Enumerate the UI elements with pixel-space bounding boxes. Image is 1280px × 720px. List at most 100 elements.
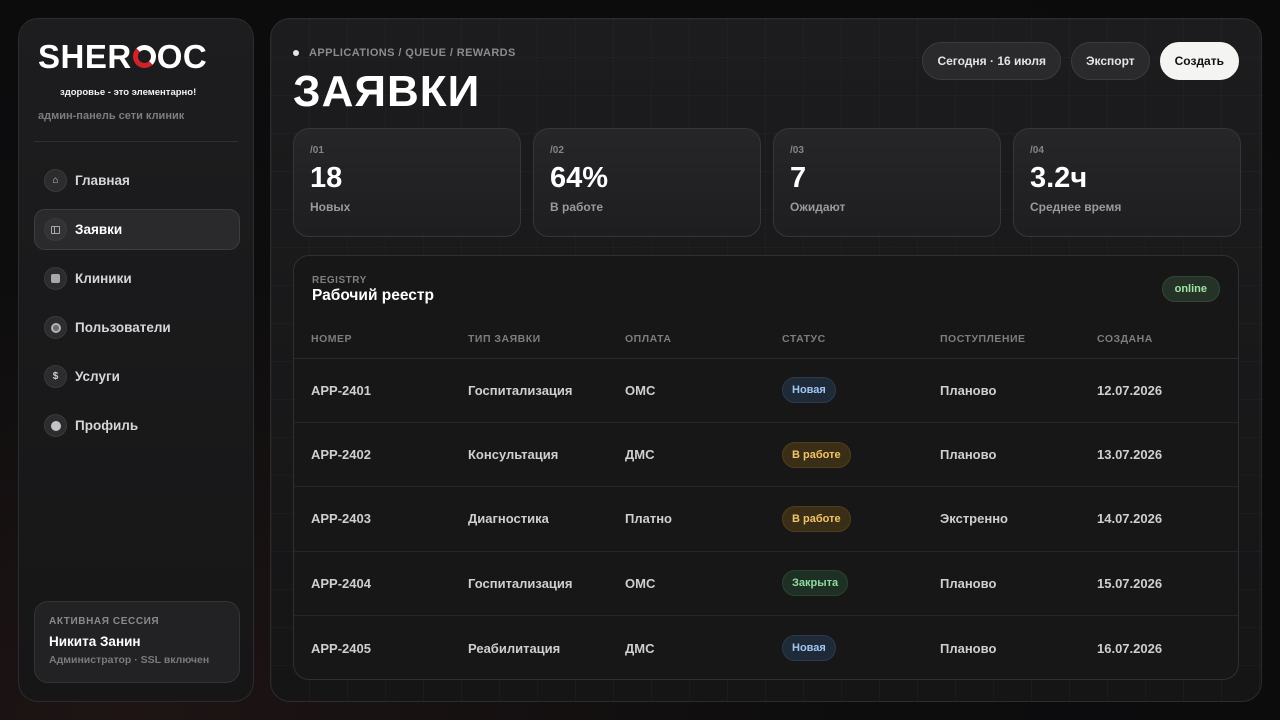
cell-intake: Планово xyxy=(923,551,1080,617)
stat-index: /03 xyxy=(790,145,804,156)
registry-panel: REGISTRY Рабочий реестр online НОМЕР ТИП… xyxy=(293,255,1239,680)
stat-index: /02 xyxy=(550,145,564,156)
sidebar-item-label: Главная xyxy=(75,173,130,188)
cell-type: Диагностика xyxy=(451,486,608,552)
table-header-row: НОМЕР ТИП ЗАЯВКИ ОПЛАТА СТАТУС ПОСТУПЛЕН… xyxy=(294,320,1238,359)
sidebar-item-label: Пользователи xyxy=(75,320,171,335)
session-title: АКТИВНАЯ СЕССИЯ xyxy=(49,616,160,627)
date-button[interactable]: Сегодня · 16 июля xyxy=(922,42,1061,80)
logo-d-mark-icon xyxy=(132,45,156,68)
sidebar-nav: ⌂ Главная Заявки Клиники Пользователи $ … xyxy=(34,160,240,454)
cell-payment: Платно xyxy=(608,486,765,552)
applications-icon xyxy=(44,218,67,241)
status-badge: Закрыта xyxy=(782,570,849,597)
cell-number: APP-2403 xyxy=(294,486,451,552)
stat-label: Среднее время xyxy=(1030,200,1122,214)
registry-table: НОМЕР ТИП ЗАЯВКИ ОПЛАТА СТАТУС ПОСТУПЛЕН… xyxy=(294,320,1238,679)
sidebar-item-home[interactable]: ⌂ Главная xyxy=(34,160,240,201)
brand-tagline: здоровье - это элементарно! xyxy=(60,87,197,98)
stat-card-waiting: /03 7 Ожидают xyxy=(773,128,1001,237)
cell-payment: ОМС xyxy=(608,551,765,617)
brand-logo[interactable]: SHER OC xyxy=(38,40,207,73)
stat-label: В работе xyxy=(550,200,603,214)
sidebar-item-profile[interactable]: Профиль xyxy=(34,405,240,446)
dollar-icon: $ xyxy=(44,365,67,388)
table-row[interactable]: APP-2404 Госпитализация ОМС Закрыта План… xyxy=(294,551,1238,617)
column-header-status[interactable]: СТАТУС xyxy=(765,320,923,359)
stats-row: /01 18 Новых /02 64% В работе /03 7 Ожид… xyxy=(293,128,1241,237)
sidebar-item-services[interactable]: $ Услуги xyxy=(34,356,240,397)
session-user-role: Администратор · SSL включен xyxy=(49,654,210,666)
column-header-created[interactable]: СОЗДАНА xyxy=(1080,320,1238,359)
breadcrumb-dot-icon xyxy=(293,50,299,56)
cell-created: 16.07.2026 xyxy=(1097,640,1163,656)
create-button[interactable]: Создать xyxy=(1159,42,1239,80)
cell-payment: ДМС xyxy=(625,640,655,656)
cell-payment: ОМС xyxy=(608,358,765,423)
registry-title: Рабочий реестр xyxy=(312,287,434,304)
sidebar-divider xyxy=(34,141,238,142)
stat-index: /01 xyxy=(310,145,324,156)
column-header-type[interactable]: ТИП ЗАЯВКИ xyxy=(451,320,608,359)
column-header-intake[interactable]: ПОСТУПЛЕНИЕ xyxy=(923,320,1080,359)
stat-index: /04 xyxy=(1030,145,1044,156)
cell-created: 14.07.2026 xyxy=(1080,486,1238,552)
status-badge: В работе xyxy=(782,505,851,532)
home-icon: ⌂ xyxy=(44,169,67,192)
stat-label: Ожидают xyxy=(790,200,846,214)
online-status-badge: online xyxy=(1161,276,1220,302)
sidebar-item-label: Профиль xyxy=(75,418,139,433)
table-row[interactable]: APP-2405 Реабилитация ДМС Новая Планово … xyxy=(294,616,1238,679)
cell-number: APP-2402 xyxy=(294,422,451,488)
stat-card-in-progress: /02 64% В работе xyxy=(533,128,761,237)
sidebar-item-applications[interactable]: Заявки xyxy=(34,209,240,250)
cell-status: В работе xyxy=(765,486,923,552)
sidebar-item-label: Клиники xyxy=(75,271,132,286)
cell-intake: Планово xyxy=(940,640,997,656)
cell-type: Консультация xyxy=(451,422,608,488)
stat-card-new: /01 18 Новых xyxy=(293,128,521,237)
sidebar-item-label: Услуги xyxy=(75,369,120,384)
sidebar-item-label: Заявки xyxy=(75,222,123,237)
cell-intake: Экстренно xyxy=(923,486,1080,552)
clinic-icon xyxy=(44,267,67,290)
export-button[interactable]: Экспорт xyxy=(1070,42,1150,80)
main-panel: APPLICATIONS / QUEUE / REWARDS ЗАЯВКИ Се… xyxy=(270,18,1262,702)
breadcrumb: APPLICATIONS / QUEUE / REWARDS xyxy=(293,47,516,59)
cell-status: Новая xyxy=(765,358,923,423)
cell-number: APP-2401 xyxy=(294,358,451,423)
breadcrumb-text: APPLICATIONS / QUEUE / REWARDS xyxy=(309,47,516,59)
status-badge: Новая xyxy=(782,635,836,661)
cell-status: Закрыта xyxy=(765,551,923,617)
stat-value: 64% xyxy=(550,162,609,194)
cell-created: 13.07.2026 xyxy=(1080,422,1238,488)
profile-icon xyxy=(44,414,67,437)
users-icon xyxy=(44,316,67,339)
table-row[interactable]: APP-2401 Госпитализация ОМС Новая Планов… xyxy=(294,358,1238,423)
status-badge: Новая xyxy=(782,377,836,404)
cell-number: APP-2405 xyxy=(311,640,371,656)
session-user-name: Никита Занин xyxy=(49,634,141,649)
cell-intake: Планово xyxy=(923,422,1080,488)
cell-intake: Планово xyxy=(923,358,1080,423)
registry-kicker: REGISTRY xyxy=(312,275,367,286)
sidebar: SHER OC здоровье - это элементарно! админ… xyxy=(18,18,254,702)
sidebar-item-clinics[interactable]: Клиники xyxy=(34,258,240,299)
stat-value: 18 xyxy=(310,162,343,194)
header-actions: Сегодня · 16 июля Экспорт Создать xyxy=(922,42,1239,80)
stat-card-average-time: /04 3.2ч Среднее время xyxy=(1013,128,1241,237)
stat-value: 7 xyxy=(790,162,807,194)
column-header-number[interactable]: НОМЕР xyxy=(294,320,451,359)
sidebar-item-users[interactable]: Пользователи xyxy=(34,307,240,348)
status-badge: В работе xyxy=(782,441,851,468)
cell-payment: ДМС xyxy=(608,422,765,488)
active-session-card[interactable]: АКТИВНАЯ СЕССИЯ Никита Занин Администрат… xyxy=(34,601,240,683)
cell-status: В работе xyxy=(765,422,923,488)
column-header-payment[interactable]: ОПЛАТА xyxy=(608,320,765,359)
cell-status: Новая xyxy=(765,616,923,679)
table-row[interactable]: APP-2402 Консультация ДМС В работе Плано… xyxy=(294,422,1238,488)
table-row[interactable]: APP-2403 Диагностика Платно В работе Экс… xyxy=(294,486,1238,552)
cell-type: Госпитализация xyxy=(451,551,608,617)
stat-label: Новых xyxy=(310,200,351,214)
cell-type: Госпитализация xyxy=(451,358,608,423)
